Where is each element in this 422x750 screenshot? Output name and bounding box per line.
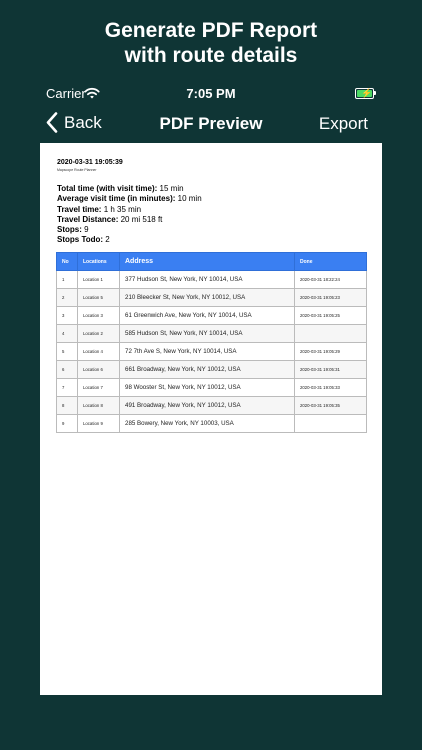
cell-location: Location 7 (77, 378, 120, 397)
cell-no: 9 (56, 414, 78, 433)
battery-cap (374, 91, 376, 95)
cell-address: 210 Bleecker St, New York, NY 10012, USA (119, 288, 295, 307)
table-row: 5 Location 4 72 7th Ave S, New York, NY 10… (56, 342, 367, 361)
cell-address: 585 Hudson St, New York, NY 10014, USA (119, 324, 295, 343)
cell-done: 2020-03-31 19:05:25 (294, 306, 367, 325)
column-header-no: No (56, 252, 78, 271)
promo-line-1: Generate PDF Report (104, 19, 318, 42)
navigation-bar: Back PDF Preview Export (0, 110, 422, 140)
table-row: 6 Location 6 661 Broadway, New York, NY 10… (56, 360, 367, 379)
summary-line: Travel time: 1 h 35 min (57, 204, 142, 214)
summary-line: Stops Todo: 2 (57, 235, 110, 245)
column-header-locations: Locations (77, 252, 120, 271)
cell-address: 377 Hudson St, New York, NY 10014, USA (119, 270, 295, 289)
cell-done: 2020-03-31 19:05:33 (294, 378, 367, 397)
promo-headline: Generate PDF Report with route details (0, 18, 422, 68)
cell-address: 285 Bowery, New York, NY 10003, USA (119, 414, 295, 433)
cell-location: Location 3 (77, 306, 120, 325)
cell-location: Location 8 (77, 396, 120, 415)
cell-no: 4 (56, 324, 78, 343)
pdf-preview-page[interactable]: 2020-03-31 19:05:39 Mapscope Route Plann… (40, 143, 382, 695)
cell-location: Location 2 (77, 324, 120, 343)
column-header-address: Address (119, 252, 295, 271)
report-subtitle: Mapscope Route Planner (57, 168, 97, 172)
summary-line: Stops: 9 (57, 225, 89, 235)
summary-line: Total time (with visit time): 15 min (57, 184, 184, 193)
cell-location: Location 1 (77, 270, 120, 289)
cell-no: 8 (56, 396, 78, 415)
battery-charging-icon: ⚡ (355, 88, 374, 99)
cell-location: Location 6 (77, 360, 120, 379)
cell-no: 2 (56, 288, 78, 307)
export-button[interactable]: Export (319, 114, 368, 134)
stops-table-body: 1 Location 1 377 Hudson St, New York, NY 1… (56, 270, 367, 433)
cell-done: 2020-03-31 19:05:35 (294, 396, 367, 415)
cell-done: 2020-03-31 19:05:23 (294, 288, 367, 307)
table-row: 8 Location 8 491 Broadway, New York, NY 10… (56, 396, 367, 415)
cell-location: Location 4 (77, 342, 120, 361)
cell-done: 2020-03-31 19:05:31 (294, 360, 367, 379)
table-row: 9 Location 9 285 Bowery, New York, NY 1000… (56, 414, 367, 433)
status-bar: Carrier 7:05 PM ⚡ (0, 84, 422, 104)
summary-line: Average visit time (in minutes): 10 min (57, 194, 202, 204)
cell-done (294, 414, 367, 433)
table-row: 7 Location 7 98 Wooster St, New York, NY 1… (56, 378, 367, 397)
cell-no: 1 (56, 270, 78, 289)
route-summary: Total time (with visit time): 15 min Ave… (57, 184, 202, 246)
column-header-done: Done (294, 252, 367, 271)
summary-line: Travel Distance: 20 mi 518 ft (57, 214, 163, 224)
table-row: 4 Location 2 585 Hudson St, New York, NY 1… (56, 324, 367, 343)
table-row: 2 Location 5 210 Bleecker St, New York, NY… (56, 288, 367, 307)
cell-done: 2020-03-31 19:05:29 (294, 342, 367, 361)
table-row: 1 Location 1 377 Hudson St, New York, NY 1… (56, 270, 367, 289)
stops-table: No Locations Address Done 1 Location 1 377… (56, 252, 367, 433)
cell-no: 7 (56, 378, 78, 397)
promo-line-2: with route details (124, 44, 298, 67)
cell-done: 2020-03-31 18:22:24 (294, 270, 367, 289)
cell-no: 6 (56, 360, 78, 379)
cell-address: 491 Broadway, New York, NY 10012, USA (119, 396, 295, 415)
cell-address: 61 Greenwich Ave, New York, NY 10014, US… (119, 306, 295, 325)
cell-done (294, 324, 367, 343)
cell-address: 661 Broadway, New York, NY 10012, USA (119, 360, 295, 379)
cell-address: 98 Wooster St, New York, NY 10012, USA (119, 378, 295, 397)
cell-location: Location 5 (77, 288, 120, 307)
cell-address: 72 7th Ave S, New York, NY 10014, USA (119, 342, 295, 361)
table-row: 3 Location 3 61 Greenwich Ave, New York, N… (56, 306, 367, 325)
table-header-row: No Locations Address Done (56, 252, 367, 271)
cell-location: Location 9 (77, 414, 120, 433)
cell-no: 3 (56, 306, 78, 325)
report-date: 2020-03-31 19:05:39 (57, 159, 123, 166)
cell-no: 5 (56, 342, 78, 361)
